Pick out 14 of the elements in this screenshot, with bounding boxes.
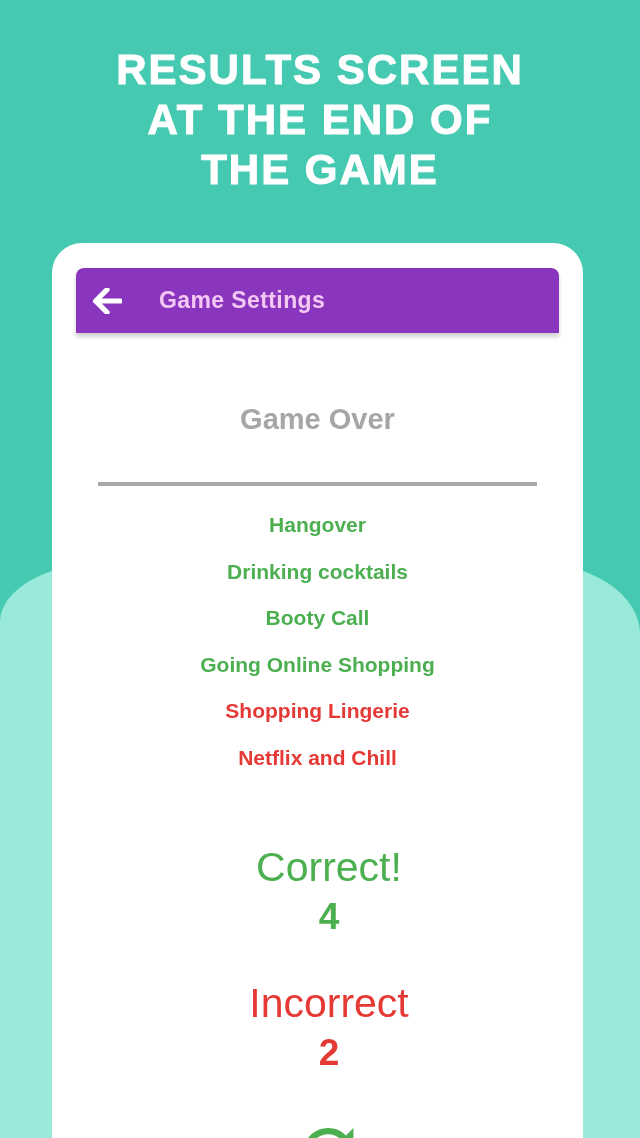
result-item: Hangover bbox=[269, 512, 366, 538]
result-item: Shopping Lingerie bbox=[225, 698, 410, 725]
game-over-heading: Game Over bbox=[240, 402, 395, 436]
result-item: Drinking cocktails bbox=[227, 558, 408, 585]
score-count: 2 bbox=[318, 1030, 340, 1075]
app-bar-title: Game Settings bbox=[159, 287, 326, 314]
score-label: Correct! bbox=[256, 842, 402, 891]
result-item: Booty Call bbox=[265, 605, 370, 632]
result-item: Going Online Shopping bbox=[200, 651, 435, 678]
headline: RESULTS SCREEN AT THE END OF THE GAME bbox=[115, 45, 525, 195]
score-label: Incorrect bbox=[249, 978, 409, 1027]
result-item: Netflix and Chill bbox=[238, 744, 397, 771]
back-arrow-icon[interactable] bbox=[92, 287, 122, 314]
score-count: 4 bbox=[318, 894, 340, 939]
